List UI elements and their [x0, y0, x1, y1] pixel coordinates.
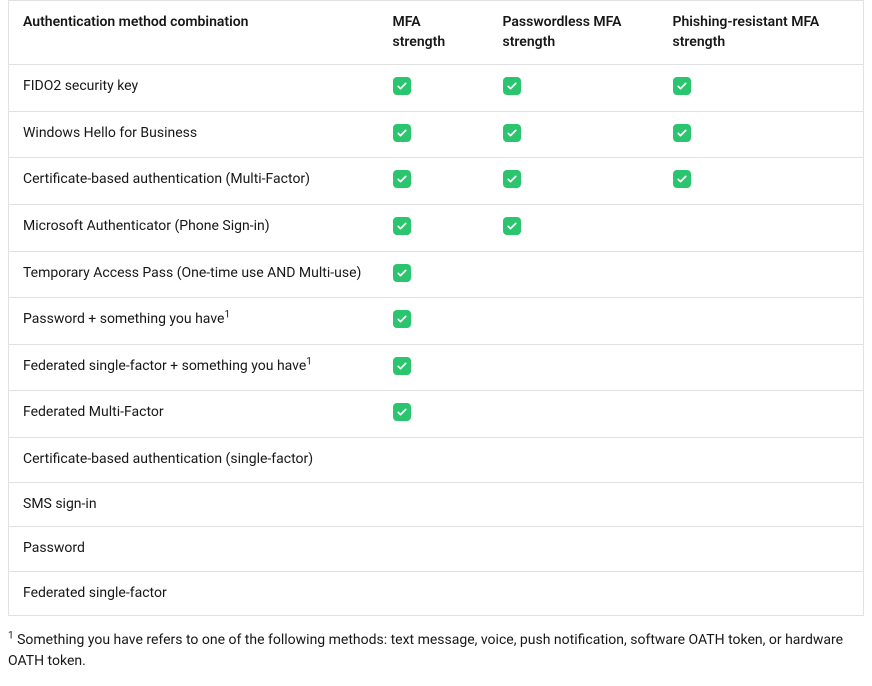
check-icon: [503, 124, 521, 142]
check-icon: [393, 124, 411, 142]
phishing_resistant-cell: [659, 344, 864, 391]
table-header-row: Authentication method combination MFA st…: [9, 1, 864, 65]
passwordless-cell: [489, 65, 659, 112]
table-row: Federated single-factor: [9, 571, 864, 616]
method-cell: Password + something you have1: [9, 298, 379, 345]
check-icon: [393, 310, 411, 328]
method-cell: Temporary Access Pass (One-time use AND …: [9, 251, 379, 298]
method-label: Certificate-based authentication (Multi-…: [23, 171, 310, 187]
check-icon: [673, 170, 691, 188]
mfa-cell: [379, 251, 489, 298]
auth-methods-table: Authentication method combination MFA st…: [8, 0, 864, 616]
table-row: Password + something you have1: [9, 298, 864, 345]
method-label: Federated single-factor + something you …: [23, 358, 306, 374]
check-icon: [673, 124, 691, 142]
check-icon: [503, 217, 521, 235]
method-label: Password + something you have: [23, 311, 224, 327]
passwordless-cell: [489, 437, 659, 482]
col-header-phishing-resistant: Phishing-resistant MFA strength: [659, 1, 864, 65]
phishing_resistant-cell: [659, 204, 864, 251]
phishing_resistant-cell: [659, 65, 864, 112]
method-label: Temporary Access Pass (One-time use AND …: [23, 265, 361, 281]
check-icon: [503, 77, 521, 95]
phishing_resistant-cell: [659, 391, 864, 438]
footnote: 1 Something you have refers to one of th…: [8, 630, 864, 672]
method-cell: Microsoft Authenticator (Phone Sign-in): [9, 204, 379, 251]
footnote-text: Something you have refers to one of the …: [8, 632, 843, 669]
mfa-cell: [379, 158, 489, 205]
passwordless-cell: [489, 158, 659, 205]
phishing_resistant-cell: [659, 158, 864, 205]
table-row: Federated Multi-Factor: [9, 391, 864, 438]
check-icon: [393, 264, 411, 282]
method-label: Federated Multi-Factor: [23, 404, 164, 420]
check-icon: [393, 77, 411, 95]
method-label: Certificate-based authentication (single…: [23, 451, 313, 467]
method-label: Password: [23, 540, 85, 556]
method-label: FIDO2 security key: [23, 78, 138, 94]
table-row: SMS sign-in: [9, 482, 864, 527]
method-label: Microsoft Authenticator (Phone Sign-in): [23, 218, 270, 234]
method-cell: Federated single-factor: [9, 571, 379, 616]
mfa-cell: [379, 65, 489, 112]
method-label: SMS sign-in: [23, 496, 97, 512]
check-icon: [393, 403, 411, 421]
col-header-passwordless: Passwordless MFA strength: [489, 1, 659, 65]
col-header-mfa: MFA strength: [379, 1, 489, 65]
mfa-cell: [379, 391, 489, 438]
passwordless-cell: [489, 391, 659, 438]
passwordless-cell: [489, 251, 659, 298]
mfa-cell: [379, 298, 489, 345]
col-header-method: Authentication method combination: [9, 1, 379, 65]
phishing_resistant-cell: [659, 437, 864, 482]
footnote-ref: 1: [224, 310, 230, 321]
table-row: FIDO2 security key: [9, 65, 864, 112]
passwordless-cell: [489, 344, 659, 391]
check-icon: [393, 217, 411, 235]
phishing_resistant-cell: [659, 111, 864, 158]
method-cell: Federated single-factor + something you …: [9, 344, 379, 391]
method-cell: SMS sign-in: [9, 482, 379, 527]
passwordless-cell: [489, 298, 659, 345]
method-cell: Certificate-based authentication (single…: [9, 437, 379, 482]
passwordless-cell: [489, 204, 659, 251]
mfa-cell: [379, 571, 489, 616]
table-row: Certificate-based authentication (Multi-…: [9, 158, 864, 205]
mfa-cell: [379, 204, 489, 251]
check-icon: [393, 170, 411, 188]
footnote-ref: 1: [306, 356, 312, 367]
phishing_resistant-cell: [659, 482, 864, 527]
check-icon: [503, 170, 521, 188]
method-label: Windows Hello for Business: [23, 125, 197, 141]
check-icon: [673, 77, 691, 95]
method-cell: Certificate-based authentication (Multi-…: [9, 158, 379, 205]
method-cell: FIDO2 security key: [9, 65, 379, 112]
passwordless-cell: [489, 571, 659, 616]
table-row: Federated single-factor + something you …: [9, 344, 864, 391]
table-row: Password: [9, 527, 864, 572]
table-row: Certificate-based authentication (single…: [9, 437, 864, 482]
passwordless-cell: [489, 111, 659, 158]
phishing_resistant-cell: [659, 571, 864, 616]
document-page: Authentication method combination MFA st…: [0, 0, 872, 672]
phishing_resistant-cell: [659, 527, 864, 572]
table-row: Microsoft Authenticator (Phone Sign-in): [9, 204, 864, 251]
phishing_resistant-cell: [659, 298, 864, 345]
table-row: Temporary Access Pass (One-time use AND …: [9, 251, 864, 298]
phishing_resistant-cell: [659, 251, 864, 298]
table-row: Windows Hello for Business: [9, 111, 864, 158]
passwordless-cell: [489, 482, 659, 527]
mfa-cell: [379, 482, 489, 527]
mfa-cell: [379, 344, 489, 391]
mfa-cell: [379, 437, 489, 482]
method-cell: Password: [9, 527, 379, 572]
check-icon: [393, 357, 411, 375]
mfa-cell: [379, 527, 489, 572]
method-cell: Federated Multi-Factor: [9, 391, 379, 438]
table-body: FIDO2 security key Windows Hello for Busi…: [9, 65, 864, 616]
passwordless-cell: [489, 527, 659, 572]
method-cell: Windows Hello for Business: [9, 111, 379, 158]
method-label: Federated single-factor: [23, 585, 167, 601]
mfa-cell: [379, 111, 489, 158]
